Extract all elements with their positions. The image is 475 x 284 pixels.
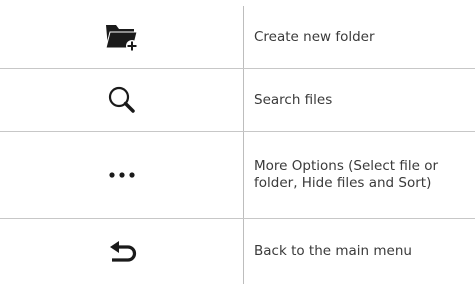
search-icon xyxy=(107,85,137,115)
icon-cell xyxy=(0,69,243,131)
row-label: Back to the main menu xyxy=(254,243,412,259)
icon-cell xyxy=(0,219,243,284)
row-label: Create new folder xyxy=(254,28,375,45)
icon-cell xyxy=(0,6,243,68)
table-row-more-options: More Options (Select file or folder, Hid… xyxy=(0,132,475,218)
icon-legend-table: Create new folder Search files More Opti… xyxy=(0,0,475,284)
row-label: More Options (Select file or folder, Hid… xyxy=(254,158,439,191)
folder-add-icon xyxy=(104,22,140,52)
icon-cell xyxy=(0,132,243,218)
back-arrow-icon xyxy=(107,239,137,265)
table-row-search: Search files xyxy=(0,69,475,131)
table-row-create-folder: Create new folder xyxy=(0,6,475,68)
row-label: Search files xyxy=(254,91,333,108)
more-options-icon xyxy=(107,170,137,180)
table-row-back: Back to the main menu xyxy=(0,219,475,284)
